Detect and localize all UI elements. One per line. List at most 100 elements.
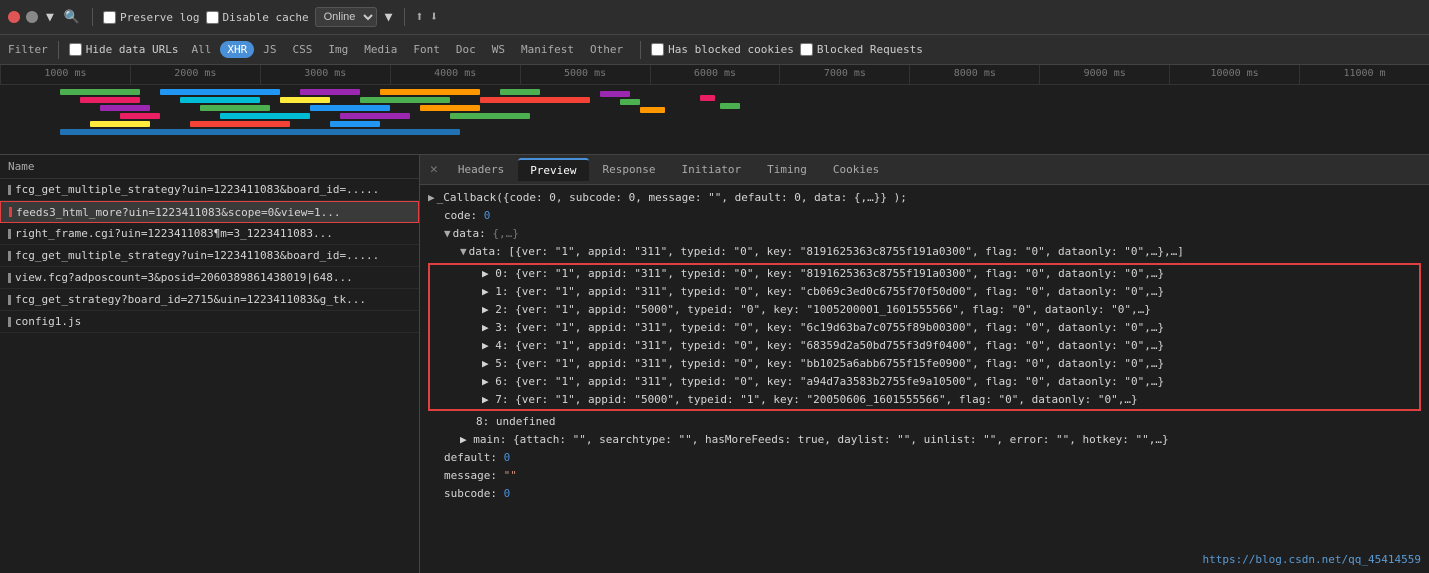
filter-tab-font[interactable]: Font [406, 41, 447, 58]
record-button[interactable] [8, 11, 20, 23]
disable-cache-group[interactable]: Disable cache [206, 11, 309, 24]
row-0[interactable]: ▶ 0: {ver: "1", appid: "311", typeid: "0… [430, 265, 1419, 283]
file-item-2[interactable]: feeds3_html_more?uin=1223411083&scope=0&… [0, 201, 419, 223]
file-icon-4 [8, 251, 11, 261]
has-blocked-cookies-group[interactable]: Has blocked cookies [651, 43, 794, 56]
hide-data-urls-label: Hide data URLs [86, 43, 179, 56]
row-8-text: 8: undefined [476, 413, 555, 431]
clear-button[interactable] [26, 11, 38, 23]
tab-headers[interactable]: Headers [446, 159, 516, 180]
file-list-header-label: Name [8, 160, 35, 173]
blocked-requests-checkbox[interactable] [800, 43, 813, 56]
disable-cache-checkbox[interactable] [206, 11, 219, 24]
row-3[interactable]: ▶ 3: {ver: "1", appid: "311", typeid: "0… [430, 319, 1419, 337]
data-expand-arrow[interactable]: ▼ [444, 225, 451, 243]
filter-tab-manifest[interactable]: Manifest [514, 41, 581, 58]
tab-cookies[interactable]: Cookies [821, 159, 891, 180]
row-1[interactable]: ▶ 1: {ver: "1", appid: "311", typeid: "0… [430, 283, 1419, 301]
upload-icon[interactable]: ⬆ [415, 9, 423, 25]
subcode-label: subcode: [444, 485, 504, 503]
row-2[interactable]: ▶ 2: {ver: "1", appid: "5000", typeid: "… [430, 301, 1419, 319]
file-name-5: view.fcg?adposcount=3&posid=206038986143… [15, 271, 353, 284]
blocked-requests-group[interactable]: Blocked Requests [800, 43, 923, 56]
status-bar-4 [8, 251, 11, 261]
search-icon[interactable]: 🔍 [62, 8, 82, 27]
filter-tab-doc[interactable]: Doc [449, 41, 483, 58]
default-value: 0 [504, 449, 511, 467]
filter-tab-ws[interactable]: WS [485, 41, 512, 58]
row-4-text: ▶ 4: {ver: "1", appid: "311", typeid: "0… [482, 337, 1164, 355]
file-item-4[interactable]: fcg_get_multiple_strategy?uin=1223411083… [0, 245, 419, 267]
status-bar-7 [8, 317, 11, 327]
network-throttle-select[interactable]: Online [315, 7, 377, 27]
filter-icon[interactable]: ▼ [44, 8, 56, 27]
tab-timing[interactable]: Timing [755, 159, 819, 180]
callback-arrow[interactable]: ▶ [428, 189, 435, 207]
tick-2000: 2000 ms [130, 65, 260, 84]
file-item-6[interactable]: fcg_get_strategy?board_id=2715&uin=12234… [0, 289, 419, 311]
file-item-7[interactable]: config1.js [0, 311, 419, 333]
data-value: {,…} [492, 225, 519, 243]
row-7[interactable]: ▶ 7: {ver: "1", appid: "5000", typeid: "… [430, 391, 1419, 409]
filter-tab-other[interactable]: Other [583, 41, 630, 58]
filter-tab-img[interactable]: Img [321, 41, 355, 58]
hide-data-urls-group[interactable]: Hide data URLs [69, 43, 179, 56]
file-item-1[interactable]: fcg_get_multiple_strategy?uin=1223411083… [0, 179, 419, 201]
data-array-line: ▼ data: [{ver: "1", appid: "311", typeid… [428, 243, 1421, 261]
row-1-text: ▶ 1: {ver: "1", appid: "311", typeid: "0… [482, 283, 1164, 301]
filter-tab-xhr[interactable]: XHR [220, 41, 254, 58]
tick-11000: 11000 m [1299, 65, 1429, 84]
has-blocked-cookies-checkbox[interactable] [651, 43, 664, 56]
timeline-area: 1000 ms 2000 ms 3000 ms 4000 ms 5000 ms … [0, 65, 1429, 155]
callback-text: _Callback({code: 0, subcode: 0, message:… [437, 189, 907, 207]
hide-data-urls-checkbox[interactable] [69, 43, 82, 56]
tick-1000: 1000 ms [0, 65, 130, 84]
data-array-arrow[interactable]: ▼ [460, 243, 467, 261]
tick-5000: 5000 ms [520, 65, 650, 84]
tick-9000: 9000 ms [1039, 65, 1169, 84]
filter-label: Filter [8, 43, 48, 56]
file-item-5[interactable]: view.fcg?adposcount=3&posid=206038986143… [0, 267, 419, 289]
code-label: code: [444, 207, 484, 225]
tab-initiator[interactable]: Initiator [670, 159, 754, 180]
preserve-log-group[interactable]: Preserve log [103, 11, 199, 24]
panel-close-button[interactable]: ✕ [424, 160, 444, 179]
file-name-1: fcg_get_multiple_strategy?uin=1223411083… [15, 183, 379, 196]
row-5-text: ▶ 5: {ver: "1", appid: "311", typeid: "0… [482, 355, 1164, 373]
filter-tab-js[interactable]: JS [256, 41, 283, 58]
default-label: default: [444, 449, 504, 467]
code-value: 0 [484, 207, 491, 225]
row-4[interactable]: ▶ 4: {ver: "1", appid: "311", typeid: "0… [430, 337, 1419, 355]
tab-preview[interactable]: Preview [518, 158, 588, 181]
file-icon-3 [8, 229, 11, 239]
right-panel: ✕ Headers Preview Response Initiator Tim… [420, 155, 1429, 573]
message-line: message: "" [428, 467, 1421, 485]
row-3-text: ▶ 3: {ver: "1", appid: "311", typeid: "0… [482, 319, 1164, 337]
main-line: ▶ main: {attach: "", searchtype: "", has… [428, 431, 1421, 449]
panel-tabs: ✕ Headers Preview Response Initiator Tim… [420, 155, 1429, 185]
chevron-down-icon[interactable]: ▼ [383, 8, 395, 27]
preserve-log-checkbox[interactable] [103, 11, 116, 24]
url-bar: https://blog.csdn.net/qq_45414559 [1202, 551, 1421, 569]
filter-tab-all[interactable]: All [184, 41, 218, 58]
tab-response[interactable]: Response [591, 159, 668, 180]
filter-tabs: All XHR JS CSS Img Media Font Doc WS Man… [184, 41, 630, 58]
status-bar-5 [8, 273, 11, 283]
tick-8000: 8000 ms [909, 65, 1039, 84]
tick-6000: 6000 ms [650, 65, 780, 84]
main-content: Name fcg_get_multiple_strategy?uin=12234… [0, 155, 1429, 573]
url-text: https://blog.csdn.net/qq_45414559 [1202, 553, 1421, 566]
status-bar-6 [8, 295, 11, 305]
status-bar-2 [9, 207, 12, 217]
file-icon-2 [9, 207, 12, 217]
tick-3000: 3000 ms [260, 65, 390, 84]
filter-bar: Filter Hide data URLs All XHR JS CSS Img… [0, 35, 1429, 65]
filter-tab-css[interactable]: CSS [285, 41, 319, 58]
download-icon[interactable]: ⬇ [430, 9, 438, 25]
row-5[interactable]: ▶ 5: {ver: "1", appid: "311", typeid: "0… [430, 355, 1419, 373]
disable-cache-label: Disable cache [223, 11, 309, 24]
timeline-bars [0, 85, 1429, 155]
row-6[interactable]: ▶ 6: {ver: "1", appid: "311", typeid: "0… [430, 373, 1419, 391]
file-item-3[interactable]: right_frame.cgi?uin=1223411083¶m=3_12234… [0, 223, 419, 245]
filter-tab-media[interactable]: Media [357, 41, 404, 58]
